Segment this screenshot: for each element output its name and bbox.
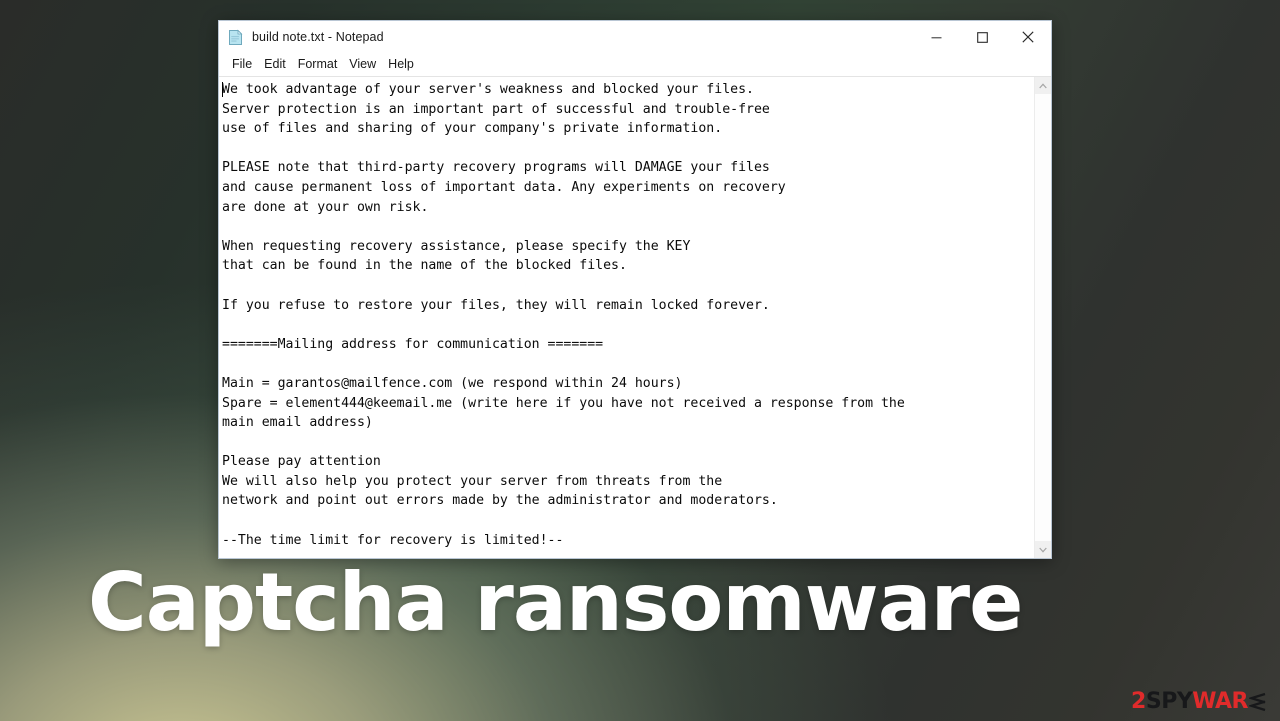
chevron-down-icon: [1039, 547, 1047, 553]
ransom-note-text: We took advantage of your server's weakn…: [222, 82, 905, 548]
window-titlebar[interactable]: build note.txt - Notepad: [219, 21, 1051, 53]
menu-item-edit[interactable]: Edit: [258, 56, 292, 73]
window-title: build note.txt - Notepad: [252, 30, 384, 44]
vertical-scrollbar[interactable]: [1034, 77, 1051, 558]
watermark-part-2: 2: [1131, 689, 1146, 714]
watermark-part-spy: SPY: [1145, 689, 1193, 714]
notepad-window: build note.txt - Notepad File Edit Forma…: [218, 20, 1052, 559]
menu-item-view[interactable]: View: [343, 56, 382, 73]
minimize-button[interactable]: [913, 21, 959, 53]
menu-bar: File Edit Format View Help: [219, 53, 1051, 77]
menu-item-format[interactable]: Format: [292, 56, 344, 73]
text-caret: [222, 82, 223, 97]
editor-area: We took advantage of your server's weakn…: [219, 77, 1051, 558]
chevron-up-icon: [1039, 82, 1047, 88]
maximize-icon: [976, 31, 988, 43]
menu-item-help[interactable]: Help: [382, 56, 420, 73]
page-title: Captcha ransomware: [88, 556, 1023, 649]
site-watermark-logo: 2 SPY WAR: [1131, 689, 1266, 715]
scrollbar-thumb[interactable]: [1035, 94, 1051, 541]
scrollbar-track[interactable]: [1035, 94, 1051, 541]
screenshot-canvas: build note.txt - Notepad File Edit Forma…: [0, 0, 1280, 721]
notepad-document-icon: [227, 29, 244, 46]
close-button[interactable]: [1005, 21, 1051, 53]
window-controls: [913, 21, 1051, 53]
watermark-part-war: WAR: [1192, 689, 1248, 714]
chevron-e-icon: [1249, 692, 1266, 712]
minimize-icon: [931, 36, 941, 38]
close-icon: [1022, 31, 1034, 43]
scroll-up-button[interactable]: [1035, 77, 1051, 94]
text-editor[interactable]: We took advantage of your server's weakn…: [219, 77, 1034, 558]
maximize-button[interactable]: [959, 21, 1005, 53]
menu-item-file[interactable]: File: [226, 56, 258, 73]
